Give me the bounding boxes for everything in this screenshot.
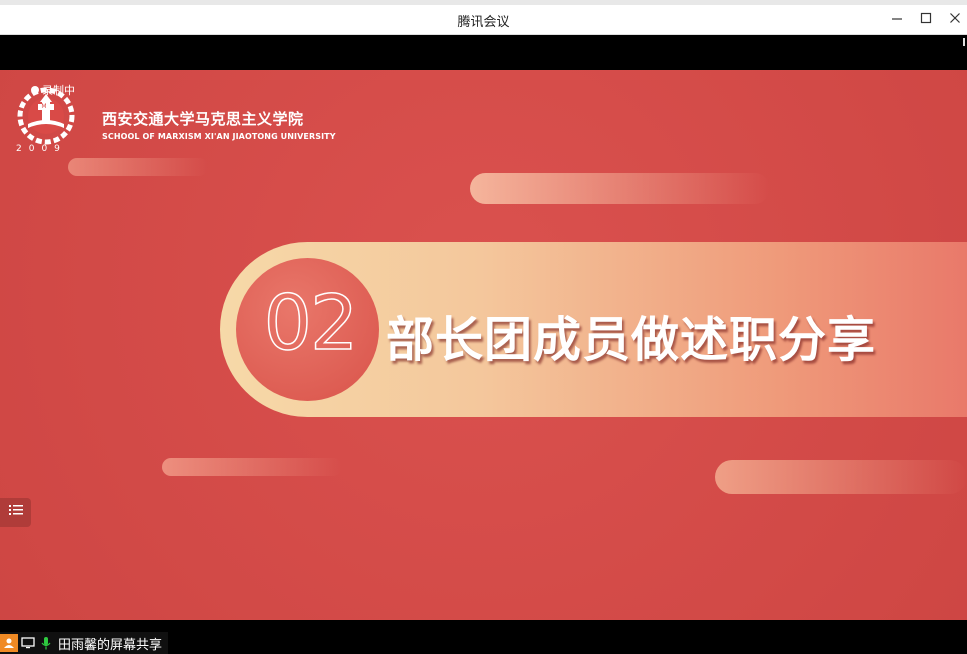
- decor-pill: [68, 158, 208, 176]
- school-name-cn: 西安交通大学马克思主义学院: [102, 110, 304, 128]
- minimize-icon[interactable]: [886, 9, 908, 31]
- list-menu-icon[interactable]: [0, 498, 31, 527]
- screen-share-icon[interactable]: [20, 635, 36, 651]
- share-label-text: 田雨馨的屏幕共享: [58, 637, 163, 653]
- shared-screen-slide: M 2009 录制中 西安交通大学马克思主义学院 SCHOOL OF MARXI…: [0, 70, 967, 620]
- participant-icon[interactable]: [0, 634, 18, 652]
- section-title: 部长团成员做述职分享: [386, 312, 877, 368]
- title-bar: 腾讯会议: [0, 5, 967, 35]
- recording-dot-icon: [31, 86, 39, 94]
- decor-pill: [470, 173, 770, 204]
- decor-pill: [162, 458, 342, 476]
- screen-share-status: 田雨馨的屏幕共享: [0, 632, 169, 654]
- section-number: 02: [263, 277, 359, 368]
- window-title: 腾讯会议: [457, 15, 510, 30]
- recording-indicator: 录制中: [42, 84, 75, 97]
- svg-text:M: M: [41, 103, 46, 110]
- video-top-bar: [0, 35, 967, 70]
- close-icon[interactable]: [944, 9, 966, 31]
- maximize-icon[interactable]: [915, 9, 937, 31]
- edge-marker: [963, 38, 965, 46]
- decor-pill: [715, 460, 967, 494]
- school-name-en: SCHOOL OF MARXISM XI'AN JIAOTONG UNIVERS…: [102, 132, 336, 141]
- logo-year: 2009: [16, 144, 67, 154]
- microphone-icon[interactable]: [38, 635, 54, 651]
